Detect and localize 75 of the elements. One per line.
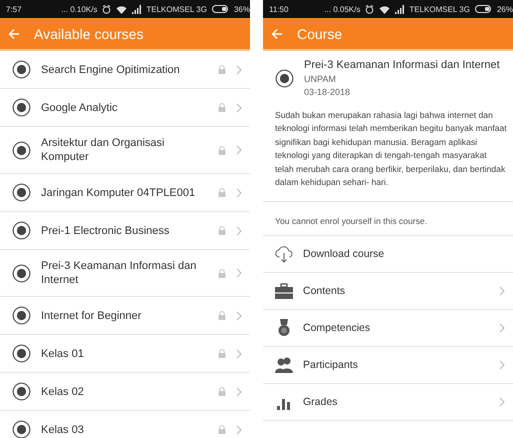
menu-label: Grades	[303, 396, 338, 408]
chevron-icon	[236, 386, 242, 396]
course-list-item[interactable]: Kelas 02	[0, 373, 250, 411]
status-time: 11:50	[269, 4, 288, 14]
course-name: Kelas 03	[41, 422, 85, 436]
app-bar-title: Available courses	[34, 26, 144, 42]
course-name: Prei-1 Electronic Business	[41, 224, 170, 238]
course-icon	[12, 264, 31, 282]
status-time: 7:57	[6, 4, 22, 14]
menu-label: Participants	[303, 359, 359, 372]
chevron-icon	[236, 348, 242, 358]
menu-label: Download course	[303, 248, 386, 260]
briefcase-icon	[275, 282, 293, 300]
back-button[interactable]	[271, 28, 283, 40]
chevron-icon	[236, 310, 242, 320]
menu-label: Contents	[303, 285, 346, 298]
course-category: UNPAM	[304, 74, 337, 84]
carrier-name: TELKOMSEL 3G	[146, 4, 207, 14]
course-list-item[interactable]: Kelas 03	[0, 411, 250, 438]
course-icon	[12, 140, 31, 160]
course-name: Kelas 02	[41, 384, 85, 398]
battery-level: 26%	[496, 4, 513, 14]
battery-level: 36%	[234, 4, 250, 14]
course-icon	[12, 382, 31, 401]
course-name: Internet for Beginner	[41, 308, 142, 322]
course-date: 03-18-2018	[304, 87, 352, 97]
course-list-item[interactable]: Prei-3 Keamanan Informasi dan Internet	[0, 250, 250, 297]
chevron-icon	[236, 268, 242, 278]
wifi-icon	[379, 4, 390, 14]
alarm-icon	[365, 4, 374, 14]
course-name: Prei-3 Keamanan Informasi dan Internet	[41, 259, 198, 287]
course-icon	[12, 420, 31, 438]
battery-icon	[474, 5, 492, 13]
back-button[interactable]	[8, 28, 20, 40]
chevron-icon	[236, 226, 242, 236]
back-arrow-icon	[271, 28, 283, 40]
carrier-name: TELKOMSEL 3G	[409, 4, 470, 14]
course-name: Search Engine Opitimization	[41, 62, 181, 76]
course-title: Prei-3 Keamanan Informasi dan Internet	[304, 59, 500, 71]
course-icon	[275, 68, 294, 88]
course-icon	[12, 306, 31, 325]
chevron-icon	[236, 64, 242, 74]
course-icon	[12, 344, 31, 363]
course-list-item[interactable]: Google Analytic	[0, 89, 250, 127]
app-bar-title: Course	[297, 26, 342, 42]
course-name: Kelas 01	[41, 346, 85, 360]
course-list-item[interactable]: Arsitektur dan Organisasi Komputer	[0, 127, 250, 174]
alarm-icon	[102, 4, 112, 14]
cloud-download-icon	[275, 245, 293, 264]
signal-icon	[395, 4, 404, 14]
battery-icon	[212, 5, 229, 13]
wifi-icon	[116, 4, 128, 14]
back-arrow-icon	[8, 28, 20, 40]
course-list-item[interactable]: Kelas 01	[0, 335, 250, 373]
course-icon	[12, 221, 31, 240]
network-speed: ... 0.10K/s	[61, 4, 98, 14]
chevron-icon	[236, 424, 242, 434]
signal-icon	[132, 4, 142, 14]
course-icon	[12, 60, 31, 79]
network-speed: ... 0.05K/s	[324, 4, 360, 14]
course-list-item[interactable]: Prei-1 Electronic Business	[0, 212, 250, 250]
course-name: Arsitektur dan Organisasi Komputer	[41, 136, 166, 164]
menu-label: Competencies	[303, 322, 372, 334]
course-list-item[interactable]: Internet for Beginner	[0, 297, 250, 335]
chevron-icon	[236, 102, 242, 112]
chevron-icon	[236, 145, 242, 155]
course-list-item[interactable]: Jaringan Komputer 04TPLE001	[0, 174, 250, 212]
course-list-item[interactable]: Search Engine Opitimization	[0, 51, 250, 89]
chevron-icon	[236, 188, 242, 198]
course-name: Google Analytic	[41, 100, 118, 114]
course-name: Jaringan Komputer 04TPLE001	[41, 186, 196, 200]
people-icon	[275, 356, 293, 374]
course-description: Sudah bukan merupakan rahasia lagi bahwa internet dan teknologi informasi telah memberikan begitu banyak manfaat signifikan bagi kehidupan manusia. Beragam aplikasi teknologi yang diterapkan di tengah-tengah masyarakat telah merubah cara orang berfikir, berperilaku, dan bertindak dalam kehidupan sehari- hari.	[263, 105, 513, 202]
course-icon	[12, 98, 31, 117]
course-icon	[12, 183, 31, 202]
